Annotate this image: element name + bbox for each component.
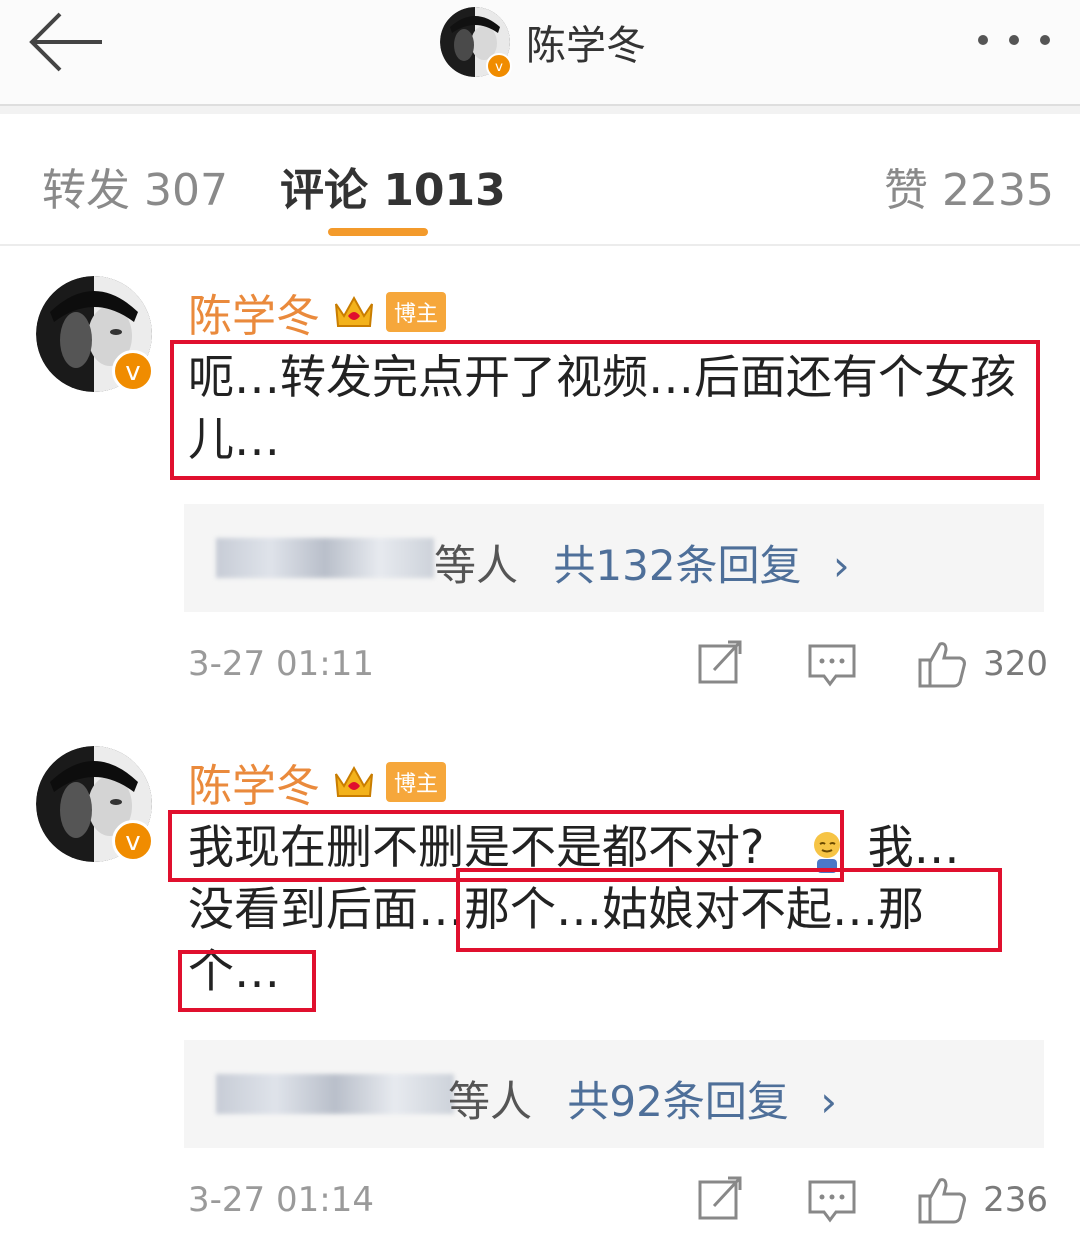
- top-bar: v 陈学冬: [0, 0, 1080, 106]
- chevron-right-icon: ›: [820, 1077, 837, 1126]
- comment-text-segment: 我…: [867, 820, 960, 874]
- page-title: 陈学冬: [526, 23, 646, 69]
- reply-users: 等人: [434, 541, 519, 590]
- thumbs-up-icon: [918, 642, 966, 688]
- svg-text:v: v: [125, 357, 140, 387]
- highlight-box: [170, 340, 1040, 480]
- verified-icon: v: [486, 53, 512, 79]
- more-dots-icon: [978, 35, 988, 45]
- comment-meta: 3-27 01:11 320: [188, 636, 1048, 696]
- blurred-names: [216, 538, 434, 578]
- host-badge: 博主: [386, 292, 447, 332]
- timestamp: 3-27 01:11: [188, 644, 374, 684]
- verified-icon: v: [112, 820, 154, 862]
- comment-meta: 3-27 01:14 236: [188, 1172, 1048, 1232]
- repost-button[interactable]: [692, 1172, 748, 1228]
- like-count: 236: [983, 1180, 1048, 1220]
- divider: [0, 106, 1080, 114]
- tab-indicator: [328, 228, 428, 236]
- reply-count: 共92条回复: [567, 1077, 789, 1126]
- tab-bar: 转发 307 评论 1013 赞 2235: [0, 114, 1080, 246]
- like-count: 320: [983, 644, 1048, 684]
- host-badge: 博主: [386, 762, 447, 802]
- chevron-right-icon: ›: [832, 541, 850, 590]
- avatar[interactable]: v: [440, 7, 512, 79]
- repost-button[interactable]: [692, 636, 748, 692]
- author-name[interactable]: 陈学冬: [188, 280, 320, 344]
- repost-icon: [698, 640, 742, 684]
- comment-item: v 陈学冬 博主 呃…转发完点开了视频…后面还有个女孩儿… 等人 共132条回复…: [0, 270, 1080, 710]
- arrow-left-icon: [29, 12, 102, 72]
- replies-summary[interactable]: 等人 共132条回复 ›: [184, 504, 1044, 612]
- highlight-box: [178, 950, 316, 1012]
- comment-button[interactable]: [804, 1172, 860, 1228]
- author-name[interactable]: 陈学冬: [188, 750, 320, 814]
- svg-text:v: v: [495, 60, 503, 75]
- crown-icon: [335, 295, 373, 327]
- replies-summary[interactable]: 等人 共92条回复 ›: [184, 1040, 1044, 1148]
- tab-comments[interactable]: 评论 1013: [280, 154, 506, 218]
- svg-text:v: v: [125, 827, 140, 857]
- comment-icon: [808, 644, 856, 687]
- like-button[interactable]: [914, 636, 970, 692]
- like-button[interactable]: [914, 1172, 970, 1228]
- back-button[interactable]: [26, 10, 106, 74]
- tab-likes[interactable]: 赞 2235: [884, 154, 1054, 218]
- comment-item: v 陈学冬 博主 我现在删不删是不是都不对? 我… 没看到后面…那个…姑娘对不起…: [0, 740, 1080, 1240]
- header-profile[interactable]: v 陈学冬: [440, 6, 646, 79]
- reply-count: 共132条回复: [553, 541, 802, 590]
- highlight-box: [456, 868, 1002, 952]
- reply-users: 等人: [448, 1077, 533, 1126]
- repost-icon: [698, 1176, 742, 1220]
- verified-icon: v: [112, 350, 154, 392]
- thumbs-up-icon: [918, 1178, 966, 1224]
- author-row: 陈学冬 博主: [188, 750, 447, 814]
- crown-icon: [335, 765, 373, 797]
- author-row: 陈学冬 博主: [188, 280, 447, 344]
- tab-reposts[interactable]: 转发 307: [42, 154, 228, 218]
- comment-icon: [808, 1180, 856, 1223]
- blurred-names: [216, 1074, 454, 1114]
- comment-button[interactable]: [804, 636, 860, 692]
- more-button[interactable]: [972, 20, 1056, 60]
- timestamp: 3-27 01:14: [188, 1180, 374, 1220]
